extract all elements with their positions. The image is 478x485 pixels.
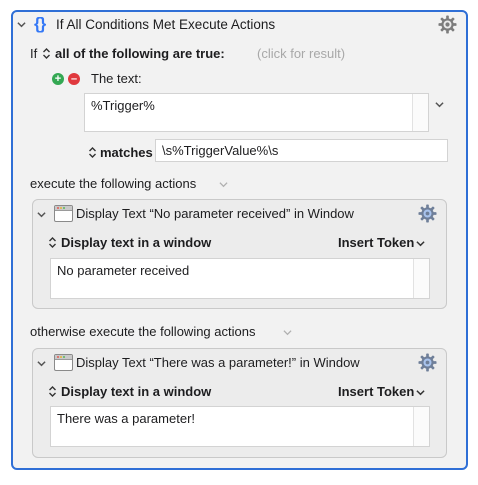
pattern-field[interactable]: \s%TriggerValue%\s <box>155 139 448 162</box>
chevron-down-icon[interactable] <box>435 100 444 109</box>
else-header: otherwise execute the following actions <box>30 324 256 339</box>
chevron-down-icon[interactable] <box>416 239 425 248</box>
chevron-down-icon[interactable] <box>416 388 425 397</box>
gear-icon[interactable] <box>438 15 457 34</box>
scrollbar[interactable] <box>413 259 429 298</box>
updown-chevron-icon[interactable] <box>88 146 97 159</box>
result-hint[interactable]: (click for result) <box>257 46 345 61</box>
updown-chevron-icon[interactable] <box>48 236 57 249</box>
scrollbar[interactable] <box>412 94 428 131</box>
then-text-value: No parameter received <box>57 263 190 278</box>
window-icon <box>54 354 73 371</box>
window-icon <box>54 205 73 222</box>
else-text-value: There was a parameter! <box>57 411 196 426</box>
then-header: execute the following actions <box>30 176 197 191</box>
else-action-title[interactable]: Display Text “There was a parameter!” in… <box>76 355 360 370</box>
chevron-down-icon[interactable] <box>219 180 228 189</box>
action-title[interactable]: If All Conditions Met Execute Actions <box>56 17 275 32</box>
else-text-field[interactable]: There was a parameter! <box>50 406 430 447</box>
condition-text-field[interactable]: %Trigger% <box>84 93 429 132</box>
condition-text-value: %Trigger% <box>91 98 155 113</box>
else-insert-token-button[interactable]: Insert Token <box>338 384 414 399</box>
disclosure-chevron-icon[interactable] <box>17 20 26 29</box>
then-text-field[interactable]: No parameter received <box>50 258 430 299</box>
scrollbar[interactable] <box>413 407 429 446</box>
add-condition-button[interactable]: + <box>52 73 64 85</box>
gear-icon[interactable] <box>418 204 437 223</box>
if-label: If <box>30 46 38 61</box>
quantifier-select[interactable]: all of the following are true: <box>55 46 225 61</box>
remove-condition-button[interactable]: – <box>68 73 80 85</box>
then-insert-token-button[interactable]: Insert Token <box>338 235 414 250</box>
disclosure-chevron-icon[interactable] <box>37 359 46 368</box>
chevron-down-icon[interactable] <box>283 328 292 337</box>
else-mode-select[interactable]: Display text in a window <box>61 384 211 399</box>
updown-chevron-icon[interactable] <box>48 385 57 398</box>
condition-type-label: The text: <box>91 71 142 86</box>
curly-braces-icon: {} <box>34 14 46 33</box>
disclosure-chevron-icon[interactable] <box>37 210 46 219</box>
operator-select[interactable]: matches <box>100 145 153 160</box>
then-action-title[interactable]: Display Text “No parameter received” in … <box>76 206 354 221</box>
then-mode-select[interactable]: Display text in a window <box>61 235 211 250</box>
gear-icon[interactable] <box>418 353 437 372</box>
updown-chevron-icon[interactable] <box>42 47 51 60</box>
